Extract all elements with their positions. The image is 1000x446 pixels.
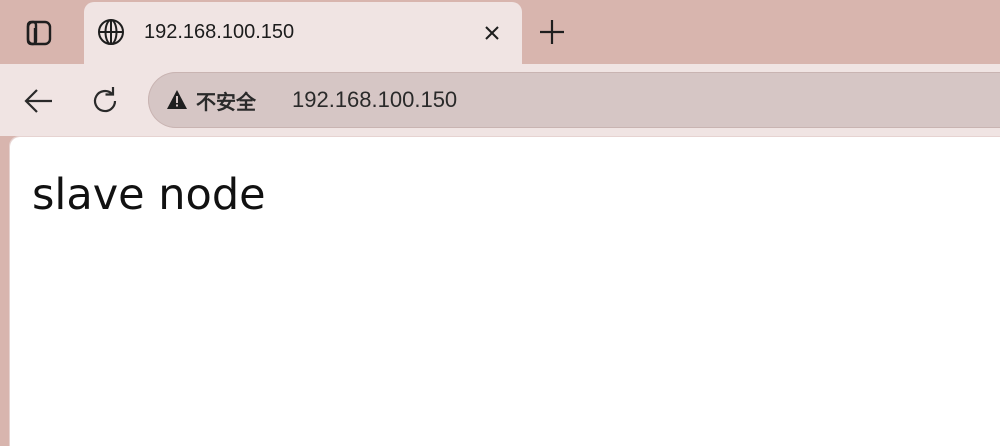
new-tab-button[interactable] (534, 14, 570, 50)
tab-close-button[interactable] (478, 19, 506, 47)
tab-title: 192.168.100.150 (144, 21, 295, 43)
back-button[interactable] (20, 82, 58, 120)
active-tab[interactable]: 192.168.100.150 (84, 2, 522, 64)
warning-triangle-icon (167, 90, 187, 109)
page-content: slave node (10, 137, 1000, 446)
reload-button[interactable] (86, 82, 124, 120)
arrow-left-icon (24, 89, 52, 113)
plus-icon (540, 20, 564, 44)
page-heading: slave node (32, 170, 266, 220)
close-icon (485, 26, 499, 40)
tab-actions-icon (26, 20, 52, 46)
tab-actions-button[interactable] (18, 17, 60, 49)
address-bar[interactable]: 不安全 192.168.100.150 (148, 72, 1000, 128)
url-text[interactable]: 192.168.100.150 (292, 87, 457, 113)
toolbar: 不安全 192.168.100.150 (0, 64, 1000, 136)
browser-window: 192.168.100.150 不安全 192.168.100.150 slav… (0, 0, 1000, 446)
security-label: 不安全 (196, 89, 256, 114)
reload-icon (93, 87, 117, 113)
globe-icon (96, 17, 126, 47)
security-chip[interactable]: 不安全 (166, 87, 256, 114)
tab-strip: 192.168.100.150 (0, 0, 1000, 64)
